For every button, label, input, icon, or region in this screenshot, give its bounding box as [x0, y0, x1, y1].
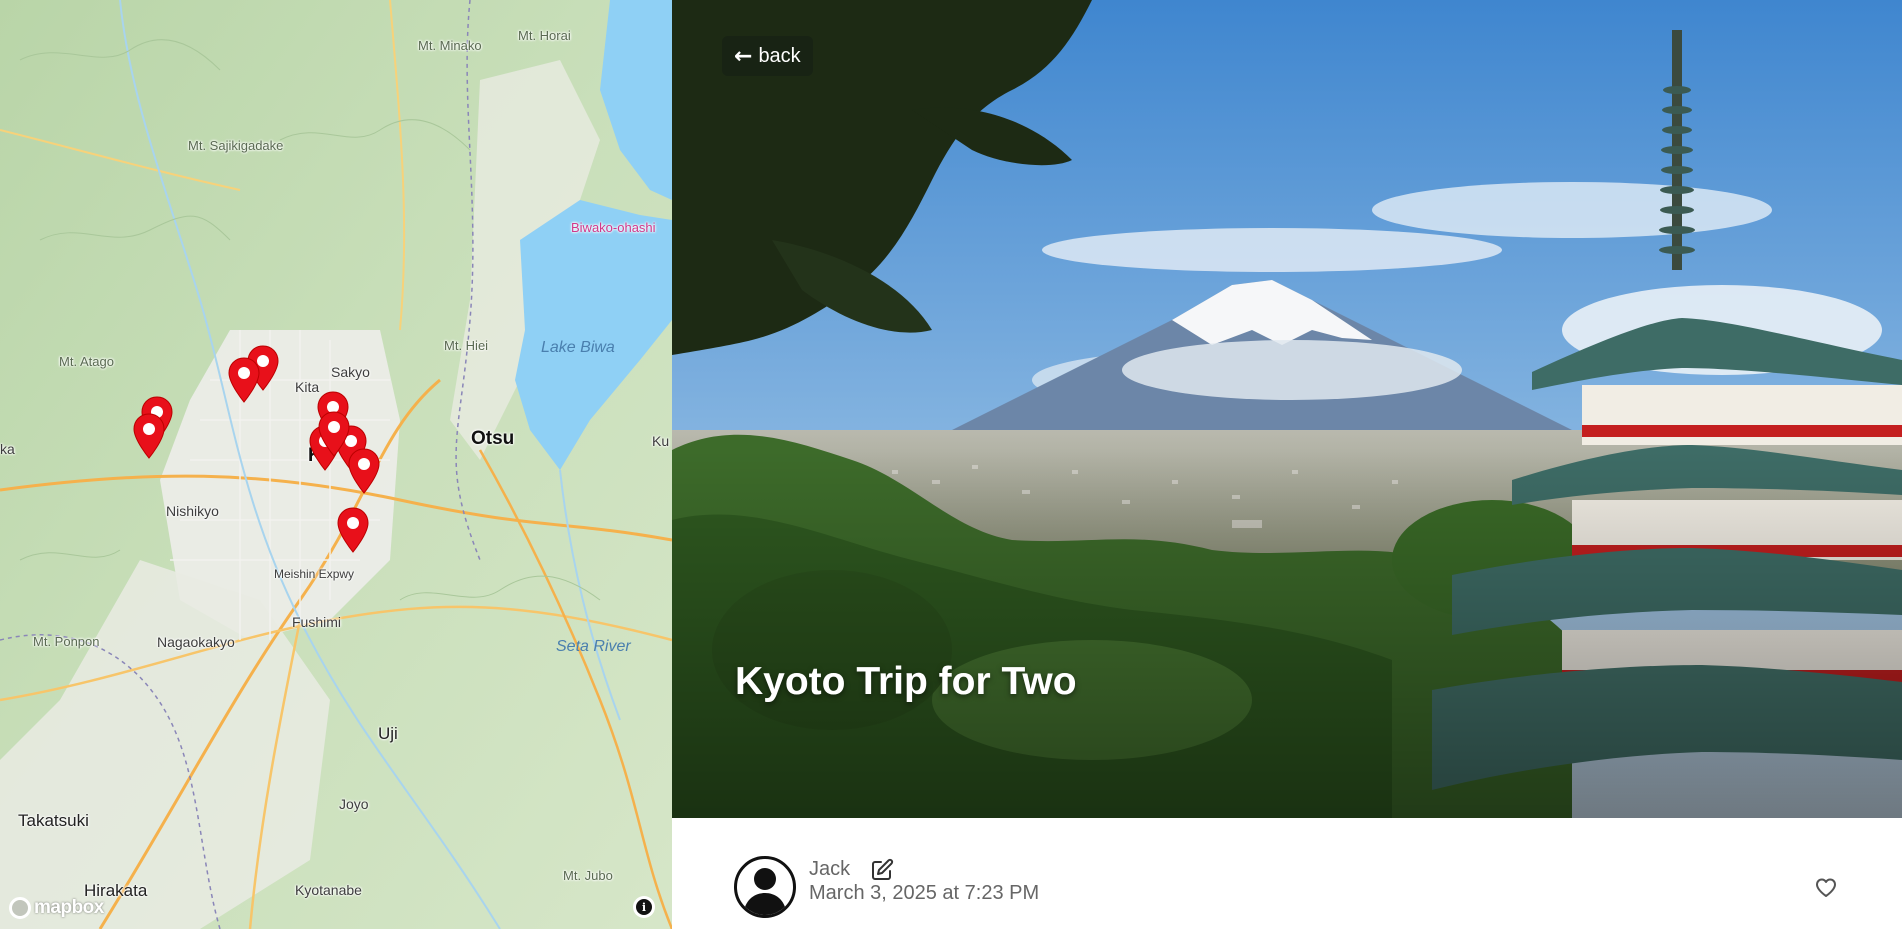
map-label-mt-sajikigadake: Mt. Sajikigadake — [188, 138, 284, 153]
map-label-mt-ponpon: Mt. Ponpon — [33, 634, 100, 649]
post-date: March 3, 2025 at 7:23 PM — [809, 882, 1040, 904]
mapbox-logo-text: mapbox — [34, 897, 104, 918]
map-panel[interactable]: Mt. Minako Mt. Horai Mt. Sajikigadake Bi… — [0, 0, 672, 929]
info-icon: i — [636, 899, 652, 915]
hero-image: ← back Kyoto Trip for Two — [672, 0, 1902, 818]
map-label-fushimi: Fushimi — [292, 614, 342, 630]
map-label-ka: ka — [0, 441, 15, 457]
map-label-otsu: Otsu — [471, 428, 515, 449]
map-label-mt-minako: Mt. Minako — [418, 38, 482, 53]
map-label-nagaokakyo: Nagaokakyo — [157, 634, 235, 650]
arrow-left-icon: ← — [734, 43, 753, 69]
map-label-kyotanabe: Kyotanabe — [295, 882, 362, 898]
back-button[interactable]: ← back — [722, 36, 813, 76]
map-label-sakyo: Sakyo — [331, 364, 370, 380]
post-meta: Jack March 3, 2025 at 7:23 PM — [672, 818, 1902, 929]
heart-icon[interactable] — [1814, 876, 1838, 900]
author-avatar-icon[interactable] — [734, 856, 796, 918]
trip-title: Kyoto Trip for Two — [735, 660, 1077, 703]
map-label-nishikyo: Nishikyo — [166, 503, 219, 519]
map-marker-icon[interactable] — [347, 448, 381, 494]
author-name[interactable]: Jack — [809, 858, 850, 881]
map-marker-icon[interactable] — [227, 357, 261, 403]
map-marker-icon[interactable] — [132, 413, 166, 459]
map-label-biwako-ohashi: Biwako-ohashi — [571, 220, 656, 235]
map-marker-icon[interactable] — [317, 411, 351, 457]
map-label-seta-river: Seta River — [556, 638, 631, 655]
map-label-takatsuki: Takatsuki — [18, 811, 89, 830]
app-root: Mt. Minako Mt. Horai Mt. Sajikigadake Bi… — [0, 0, 1902, 929]
map-label-ku: Ku — [652, 433, 670, 449]
map-label-joyo: Joyo — [339, 796, 369, 812]
map-info-button[interactable]: i — [633, 896, 655, 918]
map-label-meishin-expwy: Meishin Expwy — [274, 567, 355, 581]
map-label-uji: Uji — [378, 724, 398, 743]
mapbox-logo-icon — [9, 897, 31, 919]
back-button-label: back — [758, 44, 801, 67]
map-label-mt-jubo: Mt. Jubo — [563, 868, 613, 883]
map-label-lake-biwa: Lake Biwa — [541, 339, 615, 356]
mapbox-logo[interactable]: mapbox — [9, 897, 104, 919]
map-label-mt-atago: Mt. Atago — [59, 354, 114, 369]
map-label-mt-horai: Mt. Horai — [518, 28, 571, 43]
edit-icon[interactable] — [870, 858, 894, 882]
map-marker-icon[interactable] — [336, 507, 370, 553]
map-label-mt-hiei: Mt. Hiei — [444, 338, 489, 353]
